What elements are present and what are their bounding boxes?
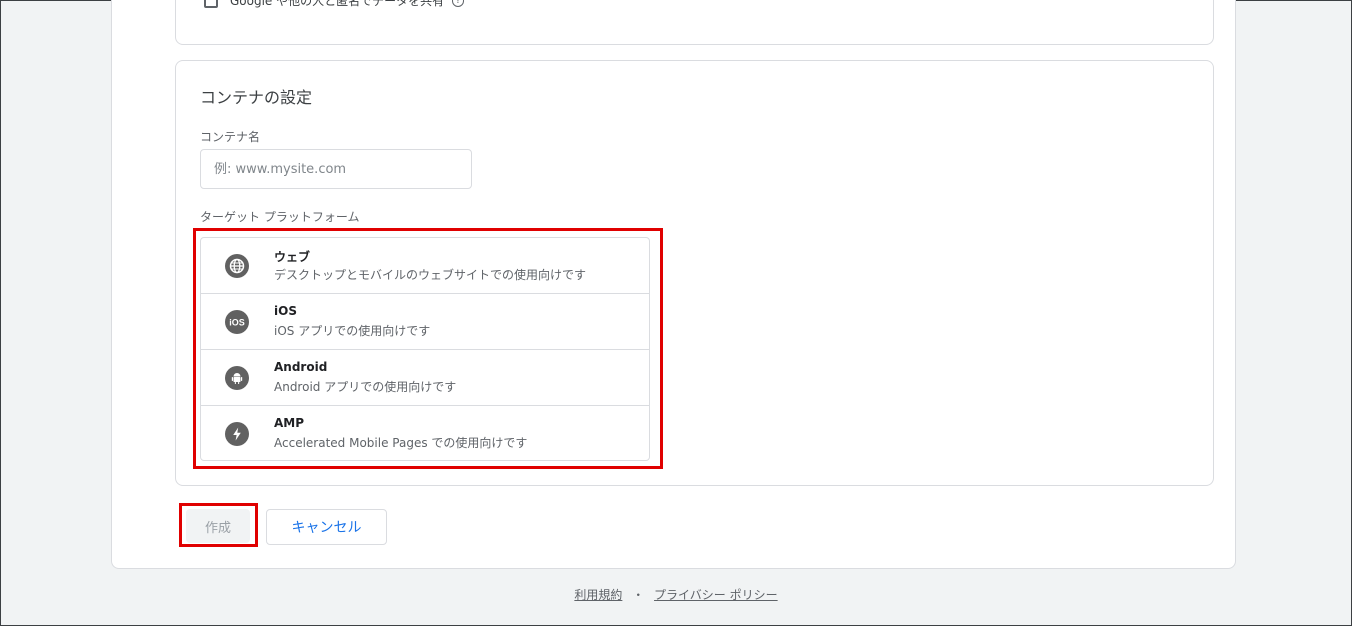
- terms-link[interactable]: 利用規約: [574, 588, 622, 602]
- cancel-button[interactable]: キャンセル: [266, 509, 387, 545]
- create-highlight-annotation: [179, 503, 258, 547]
- footer-separator: ・: [632, 588, 645, 602]
- container-name-input[interactable]: [200, 149, 472, 189]
- section-title: コンテナの設定: [200, 88, 313, 107]
- footer: 利用規約 ・ プライバシー ポリシー: [0, 586, 1352, 603]
- share-data-row[interactable]: Google や他の人と匿名でデータを共有 ?: [204, 0, 465, 9]
- platform-highlight-annotation: [193, 228, 663, 469]
- share-data-checkbox[interactable]: [204, 0, 218, 8]
- help-icon[interactable]: ?: [452, 0, 465, 7]
- target-platform-label: ターゲット プラットフォーム: [200, 210, 360, 224]
- share-data-label: Google や他の人と匿名でデータを共有: [230, 0, 445, 8]
- container-name-label: コンテナ名: [200, 130, 261, 144]
- privacy-policy-link[interactable]: プライバシー ポリシー: [654, 588, 778, 602]
